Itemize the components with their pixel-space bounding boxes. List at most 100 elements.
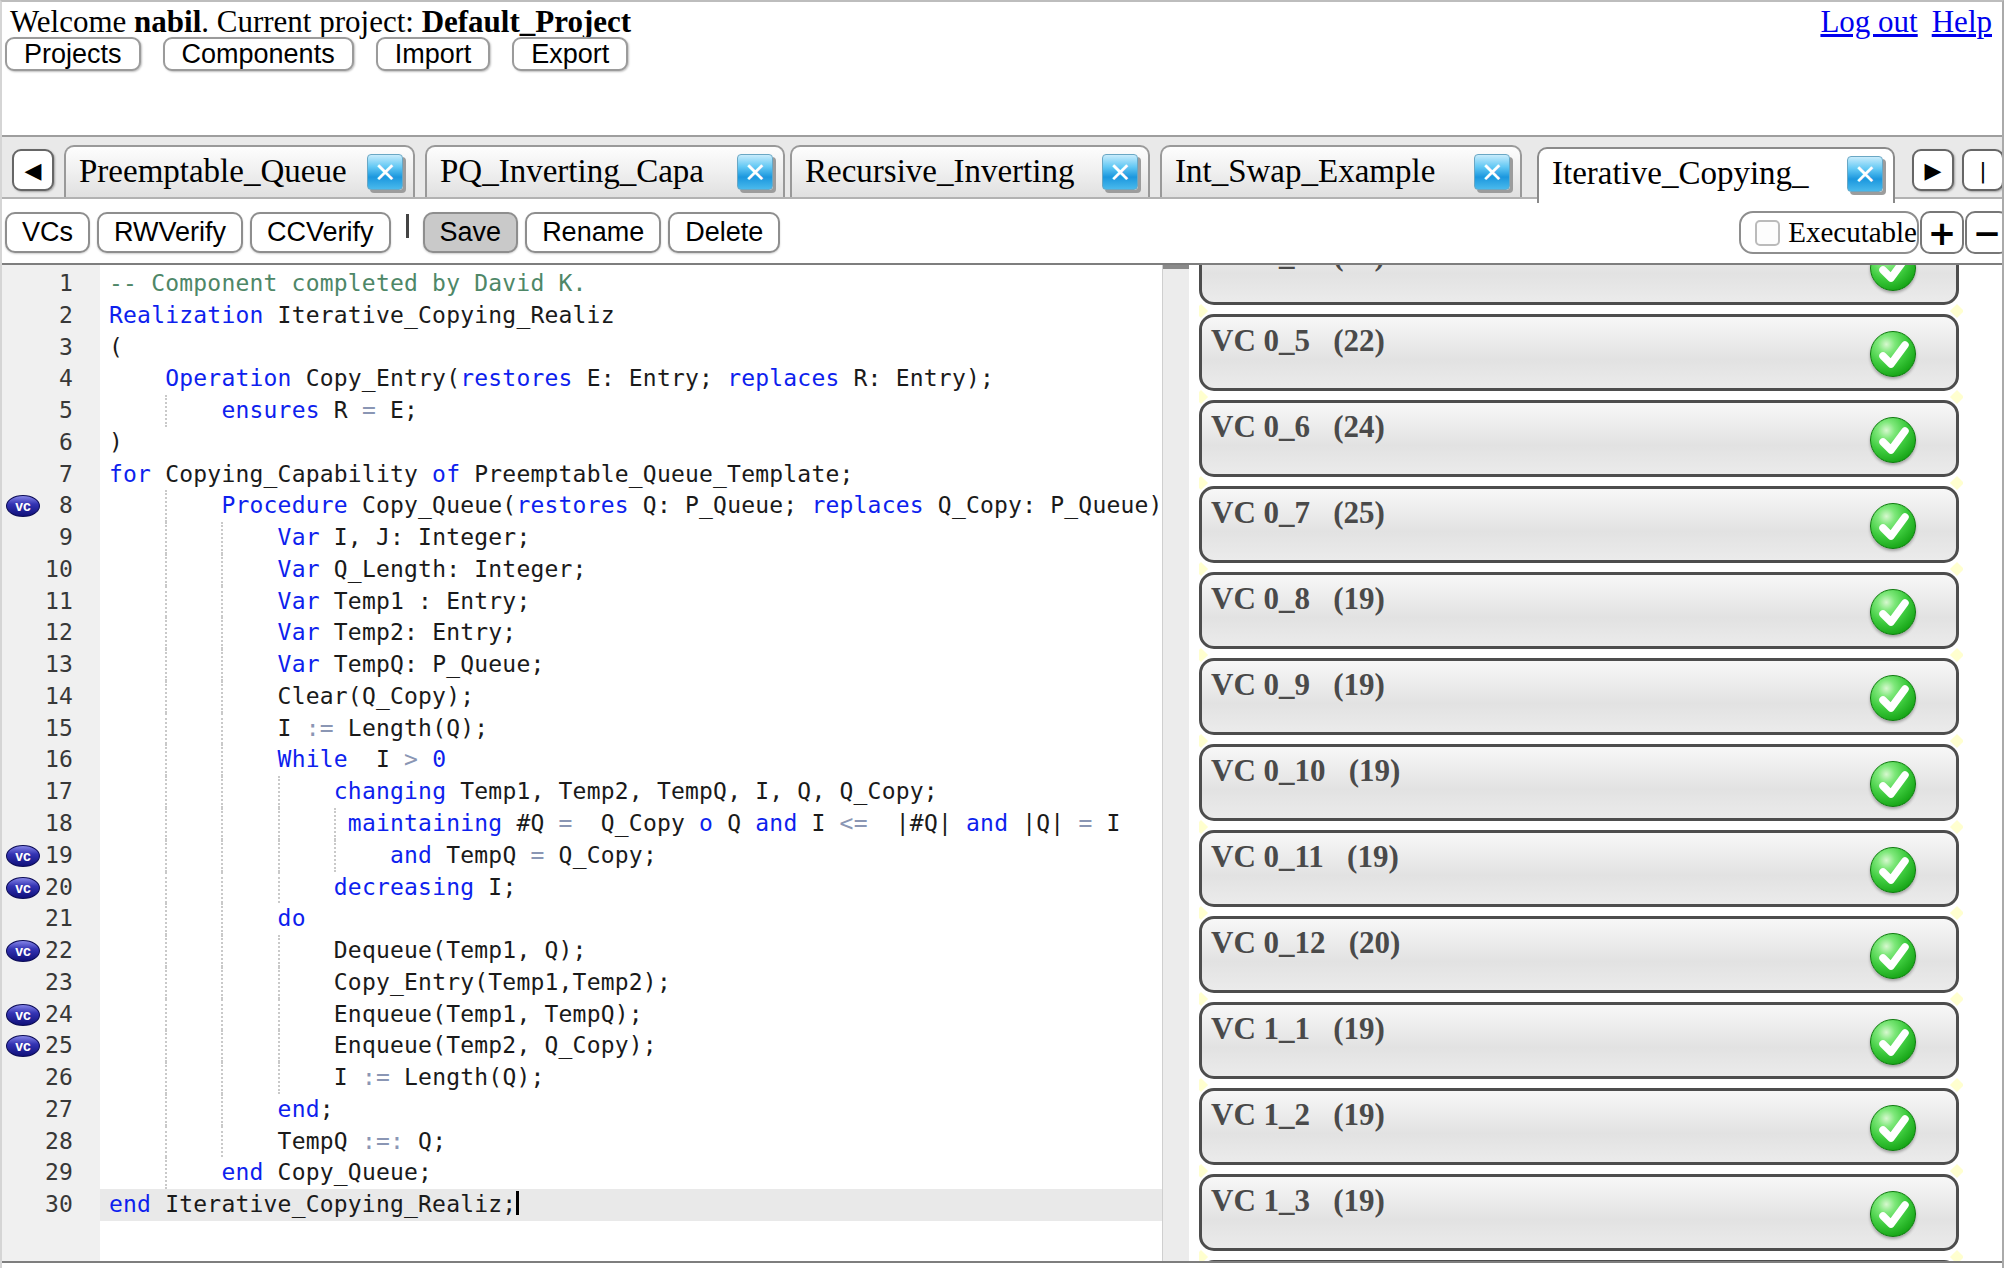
vcs-button[interactable]: VCs xyxy=(5,212,90,253)
vc-item[interactable]: VC 0_8 (19) xyxy=(1199,572,1959,649)
check-icon xyxy=(1870,761,1916,807)
indent-guide xyxy=(221,840,223,872)
tabs-scroll-right-button[interactable]: ▶ xyxy=(1912,149,1954,191)
rename-button[interactable]: Rename xyxy=(525,212,661,253)
indent-guide xyxy=(221,649,223,681)
vc-item-label: VC 0_6 (24) xyxy=(1211,409,1385,445)
tab-pq_inverting_capa[interactable]: PQ_Inverting_Capa✕ xyxy=(425,145,785,197)
code-line[interactable]: 18maintaining #Q = Q_Copy o Q and I <= |… xyxy=(2,808,1162,840)
code-text: Var TempQ: P_Queue; xyxy=(278,649,545,681)
help-link[interactable]: Help xyxy=(1932,4,1992,39)
components-button[interactable]: Components xyxy=(163,37,354,71)
font-decrease-button[interactable]: − xyxy=(1965,211,2004,254)
tab-close-button[interactable]: ✕ xyxy=(1847,156,1883,192)
code-line[interactable]: 3( xyxy=(2,332,1162,364)
code-line[interactable]: 13Var TempQ: P_Queue; xyxy=(2,649,1162,681)
code-line[interactable]: 4Operation Copy_Entry(restores E: Entry;… xyxy=(2,363,1162,395)
indent-guide xyxy=(165,840,167,872)
code-line[interactable]: 10Var Q_Length: Integer; xyxy=(2,554,1162,586)
tab-close-button[interactable]: ✕ xyxy=(1102,154,1138,190)
code-text: and TempQ = Q_Copy; xyxy=(390,840,657,872)
tab-close-button[interactable]: ✕ xyxy=(737,154,773,190)
code-line[interactable]: 21do xyxy=(2,903,1162,935)
code-line[interactable]: 29end Copy_Queue; xyxy=(2,1157,1162,1189)
code-text: Var Temp1 : Entry; xyxy=(278,586,531,618)
code-line[interactable]: vc19and TempQ = Q_Copy; xyxy=(2,840,1162,872)
code-line[interactable]: 1-- Component completed by David K. xyxy=(2,268,1162,300)
vc-item-label: VC 0_12 (20) xyxy=(1211,925,1400,961)
check-icon xyxy=(1870,933,1916,979)
tab-recursive_inverting[interactable]: Recursive_Inverting✕ xyxy=(790,145,1150,197)
tab-iterative_copying_[interactable]: Iterative_Copying_✕ xyxy=(1537,147,1895,203)
code-line[interactable]: 11Var Temp1 : Entry; xyxy=(2,586,1162,618)
code-line[interactable]: 7for Copying_Capability of Preemptable_Q… xyxy=(2,459,1162,491)
indent-guide xyxy=(278,1030,280,1062)
vc-item[interactable]: VC 0_5 (22) xyxy=(1199,314,1959,391)
code-line[interactable]: 27end; xyxy=(2,1094,1162,1126)
editor-scrollbar[interactable] xyxy=(1162,265,1189,1261)
tab-close-button[interactable]: ✕ xyxy=(1474,154,1510,190)
indent-guide xyxy=(221,586,223,618)
projects-button[interactable]: Projects xyxy=(5,37,141,71)
code-editor[interactable]: 1-- Component completed by David K.2Real… xyxy=(2,265,1162,1261)
font-increase-button[interactable]: + xyxy=(1920,211,1964,254)
vc-item-label: VC 0_10 (19) xyxy=(1211,753,1400,789)
executable-checkbox[interactable] xyxy=(1755,220,1780,246)
vc-item[interactable]: VC 1_1 (19) xyxy=(1199,1002,1959,1079)
save-button[interactable]: Save xyxy=(423,212,519,253)
vc-item[interactable]: VC 0_10 (19) xyxy=(1199,744,1959,821)
indent-guide xyxy=(165,967,167,999)
code-line[interactable]: 30end Iterative_Copying_Realiz; xyxy=(2,1189,1162,1221)
vc-item[interactable]: VC 1_2 (19) xyxy=(1199,1088,1959,1165)
line-number: 20 xyxy=(2,872,73,904)
tab-preemptable_queue[interactable]: Preemptable_Queue✕ xyxy=(64,145,415,197)
code-line[interactable]: 9Var I, J: Integer; xyxy=(2,522,1162,554)
content-bottom-border xyxy=(2,1261,2004,1263)
code-line[interactable]: vc22Dequeue(Temp1, Q); xyxy=(2,935,1162,967)
code-line[interactable]: 28TempQ :=: Q; xyxy=(2,1126,1162,1158)
code-line[interactable]: 2Realization Iterative_Copying_Realiz xyxy=(2,300,1162,332)
vc-item[interactable]: VC 0_4 (21) xyxy=(1199,265,1959,305)
code-text: Var Temp2: Entry; xyxy=(278,617,517,649)
indent-guide xyxy=(221,1030,223,1062)
tab-int_swap_example[interactable]: Int_Swap_Example✕ xyxy=(1160,145,1522,197)
vc-item[interactable]: VC 0_11 (19) xyxy=(1199,830,1959,907)
indent-guide xyxy=(221,681,223,713)
tab-close-button[interactable]: ✕ xyxy=(367,154,403,190)
vc-item[interactable]: VC 0_6 (24) xyxy=(1199,400,1959,477)
rwverify-button[interactable]: RWVerify xyxy=(97,212,243,253)
delete-button[interactable]: Delete xyxy=(668,212,780,253)
code-line[interactable]: 5ensures R = E; xyxy=(2,395,1162,427)
export-button[interactable]: Export xyxy=(512,37,628,71)
code-line[interactable]: 17changing Temp1, Temp2, TempQ, I, Q, Q_… xyxy=(2,776,1162,808)
code-line[interactable]: 6) xyxy=(2,427,1162,459)
indent-guide xyxy=(165,1094,167,1126)
code-line[interactable]: vc24Enqueue(Temp1, TempQ); xyxy=(2,999,1162,1031)
indent-guide xyxy=(165,490,167,522)
code-text: Clear(Q_Copy); xyxy=(278,681,475,713)
code-line[interactable]: 15I := Length(Q); xyxy=(2,713,1162,745)
ccverify-button[interactable]: CCVerify xyxy=(250,212,391,253)
vc-item[interactable]: VC 0_7 (25) xyxy=(1199,486,1959,563)
vc-list: VC 0_4 (21) VC 0_5 (22) VC 0_6 (24) VC 0_7 … xyxy=(1199,265,1963,1261)
indent-guide xyxy=(221,903,223,935)
import-button[interactable]: Import xyxy=(376,37,491,71)
vc-item[interactable]: VC 0_12 (20) xyxy=(1199,916,1959,993)
check-icon xyxy=(1870,1019,1916,1065)
vc-item[interactable]: VC 1_3 (19) xyxy=(1199,1174,1959,1251)
tabs-bar-button[interactable]: | xyxy=(1962,149,2004,191)
code-line[interactable]: 14Clear(Q_Copy); xyxy=(2,681,1162,713)
vc-item-label: VC 0_9 (19) xyxy=(1211,667,1385,703)
code-line[interactable]: vc8Procedure Copy_Queue(restores Q: P_Qu… xyxy=(2,490,1162,522)
code-line[interactable]: 23Copy_Entry(Temp1,Temp2); xyxy=(2,967,1162,999)
tabs-scroll-left-button[interactable]: ◀ xyxy=(12,149,54,191)
indent-guide xyxy=(221,776,223,808)
code-line[interactable]: 12Var Temp2: Entry; xyxy=(2,617,1162,649)
code-line[interactable]: 26I := Length(Q); xyxy=(2,1062,1162,1094)
code-line[interactable]: vc25Enqueue(Temp2, Q_Copy); xyxy=(2,1030,1162,1062)
logout-link[interactable]: Log out xyxy=(1820,4,1917,39)
code-line[interactable]: 16While I > 0 xyxy=(2,744,1162,776)
executable-toggle[interactable]: Executable xyxy=(1739,211,1919,254)
vc-item[interactable]: VC 0_9 (19) xyxy=(1199,658,1959,735)
code-line[interactable]: vc20decreasing I; xyxy=(2,872,1162,904)
